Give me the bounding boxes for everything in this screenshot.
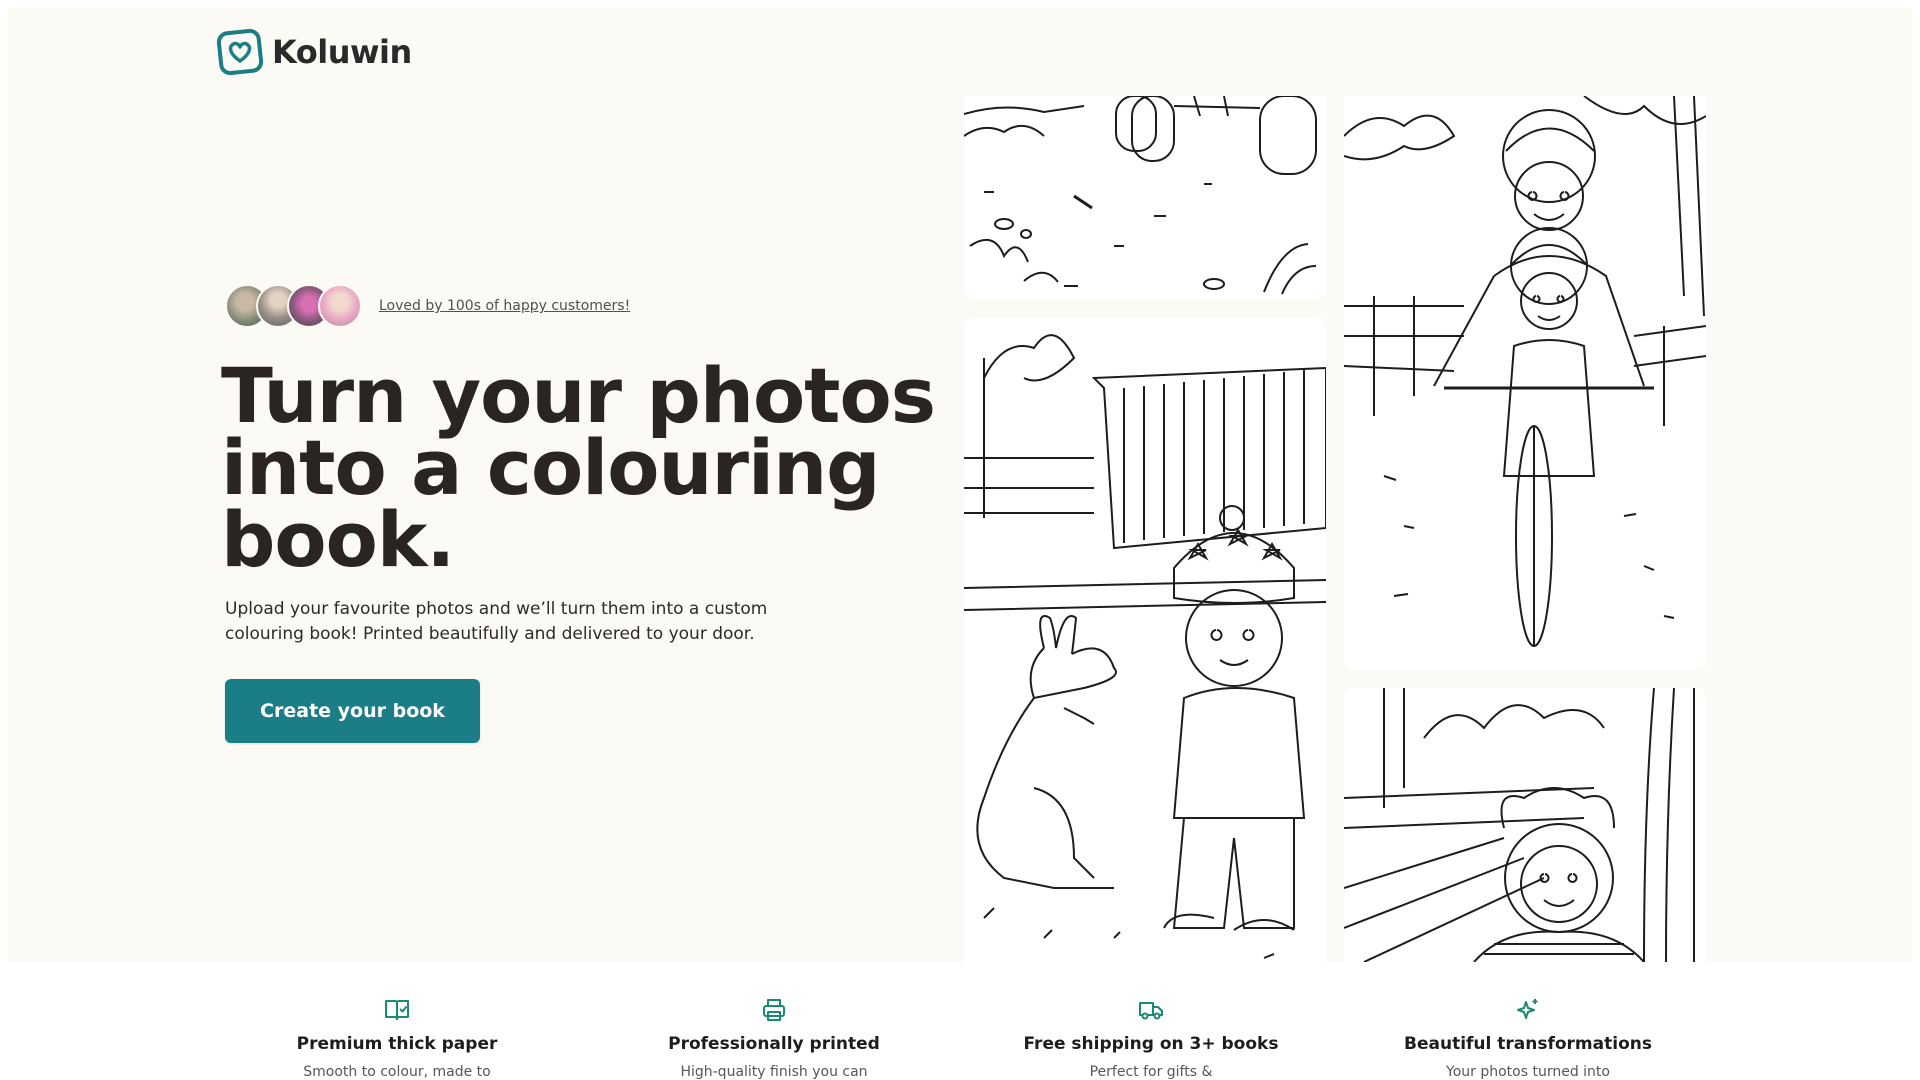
heart-badge-icon xyxy=(216,28,264,76)
feature-title: Premium thick paper xyxy=(296,1034,498,1054)
sparkles-icon xyxy=(1517,999,1538,1019)
features-bar: Premium thick paper Smooth to colour, ma… xyxy=(0,962,1920,1080)
printer-icon xyxy=(763,999,785,1021)
avatar xyxy=(318,284,362,328)
hero-section: Koluwin Loved by 100s of happy customers… xyxy=(8,8,1912,962)
gallery-image-kangaroo xyxy=(964,318,1326,962)
gallery-image-farm xyxy=(964,96,1326,300)
create-book-button[interactable]: Create your book xyxy=(225,679,480,743)
feature-title: Professionally printed xyxy=(668,1034,880,1054)
hero-headline: Turn your photos into a colouring book. xyxy=(221,358,941,578)
reviews-link[interactable]: Loved by 100s of happy customers! xyxy=(379,298,630,314)
feature-description: High-quality finish you can xyxy=(680,1064,868,1080)
truck-icon xyxy=(1139,1002,1163,1020)
hero-subtitle: Upload your favourite photos and we’ll t… xyxy=(225,599,768,644)
feature-description: Your photos turned into xyxy=(1446,1064,1610,1080)
feature-title: Beautiful transformations xyxy=(1404,1034,1652,1054)
feature-description: Smooth to colour, made to xyxy=(303,1064,491,1080)
book-check-icon xyxy=(385,1000,409,1020)
feature-transformations: Beautiful transformations Your photos tu… xyxy=(1368,996,1688,1080)
social-proof: Loved by 100s of happy customers! xyxy=(225,284,630,328)
feature-description: Perfect for gifts & xyxy=(1089,1064,1213,1080)
feature-paper: Premium thick paper Smooth to colour, ma… xyxy=(237,996,557,1080)
headline-line: book. xyxy=(221,495,455,584)
feature-printing: Professionally printed High-quality fini… xyxy=(614,996,934,1080)
brand-name: Koluwin xyxy=(272,33,412,71)
gallery-image-bear-hood xyxy=(1344,688,1706,962)
feature-shipping: Free shipping on 3+ books Perfect for gi… xyxy=(991,996,1311,1080)
customer-avatars xyxy=(225,284,362,328)
brand-logo[interactable]: Koluwin xyxy=(216,27,412,77)
feature-title: Free shipping on 3+ books xyxy=(1023,1034,1279,1054)
gallery-image-cycling xyxy=(1344,96,1706,670)
